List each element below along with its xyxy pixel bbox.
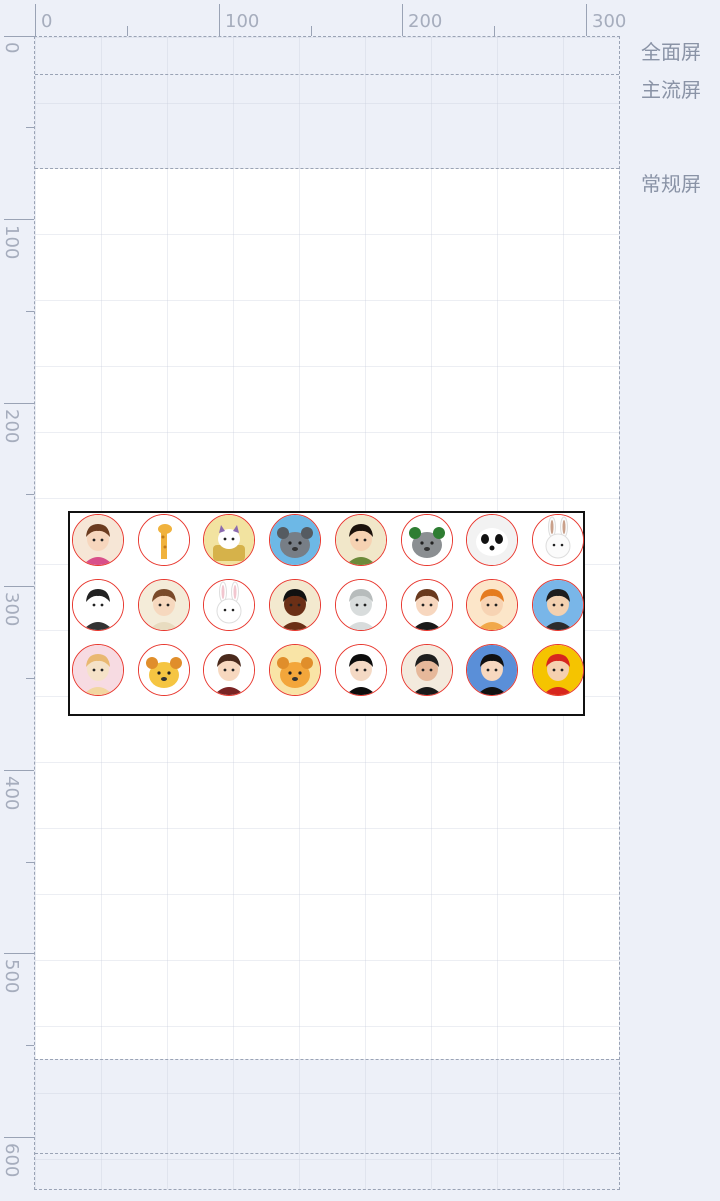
avatar-bear-blue[interactable] [269,514,322,566]
ruler-label: 0 [1,42,22,54]
avatar-man-black-coat-image [401,645,452,695]
avatar-white-rabbit-image [204,580,255,630]
avatar-selection-panel [68,511,585,716]
label-full-screen: 全面屏 [641,40,701,64]
ruler-tick [4,953,36,954]
avatar-man-black-coat[interactable] [400,644,453,696]
avatar-giraffe[interactable] [137,514,190,566]
avatar-boy-brown-hair[interactable] [137,579,190,631]
label-main-screen: 主流屏 [641,78,701,102]
ruler-tick [4,403,36,404]
ruler-label: 300 [592,11,627,32]
avatar-girl-pink-image [73,645,123,695]
avatar-girl-orange-hair-image [467,580,518,630]
avatar-boy-blue-pattern-image [467,645,518,695]
guide-line-normal-screen[interactable] [35,168,619,169]
avatar-boy-brown-hair-image [138,580,189,630]
avatar-boy-bowl-cut[interactable] [334,514,387,566]
avatar-rabbit-sketch[interactable] [531,514,584,566]
avatar-girl-brown-hair[interactable] [203,644,256,696]
horizontal-ruler: 0 100 200 300 [35,0,635,36]
ruler-tick [4,586,36,587]
ruler-tick [35,4,36,36]
ruler-label: 400 [1,776,22,811]
avatar-yellow-creature[interactable] [137,644,190,696]
avatar-boy-big-eyes[interactable] [400,579,453,631]
ruler-label: 200 [408,11,443,32]
avatar-boy-bowl-cut-image [335,515,386,565]
ruler-label: 600 [1,1143,22,1178]
label-normal-screen: 常规屏 [641,172,701,196]
ruler-tick [219,4,220,36]
avatar-girl-pink[interactable] [72,644,124,696]
avatar-long-hair-girl[interactable] [334,644,387,696]
avatar-ghost-gray[interactable] [334,579,387,631]
avatar-cat-in-basket[interactable] [203,514,256,566]
avatar-panda-face[interactable] [466,514,519,566]
ruler-tick [4,219,36,220]
avatar-rabbit-sketch-image [532,515,583,565]
avatar-giraffe-image [138,515,189,565]
avatar-girl-brown-hair-image [204,645,255,695]
avatar-person-sketch-image [73,580,123,630]
guide-line-bottom[interactable] [35,1059,619,1060]
ruler-tick [4,770,36,771]
ruler-label: 100 [1,225,22,260]
avatar-cat-in-basket-image [204,515,255,565]
ruler-label: 300 [1,592,22,627]
avatar-boy-big-eyes-image [401,580,452,630]
avatar-dark-figure-image [270,580,321,630]
avatar-boy-blue-pattern[interactable] [466,644,519,696]
avatar-girl-orange-hair[interactable] [466,579,519,631]
ruler-tick [4,1137,36,1138]
avatar-koala-green[interactable] [400,514,453,566]
avatar-orange-bear[interactable] [269,644,322,696]
avatar-panda-face-image [467,515,518,565]
avatar-long-hair-girl-image [335,645,386,695]
ruler-tick [494,26,495,36]
avatar-man-glasses-blue[interactable] [531,579,584,631]
ruler-label: 500 [1,959,22,994]
avatar-red-hat[interactable] [531,644,584,696]
avatar-white-rabbit[interactable] [203,579,256,631]
ruler-label: 100 [225,11,260,32]
avatar-girl-glasses-hat-image [73,515,123,565]
guide-line-main-screen[interactable] [35,74,619,75]
avatar-man-glasses-blue-image [532,580,583,630]
avatar-ghost-gray-image [335,580,386,630]
avatar-dark-figure[interactable] [269,579,322,631]
vertical-ruler: 0 100 200 300 400 500 600 [0,36,36,1201]
avatar-bear-blue-image [270,515,321,565]
ruler-label: 200 [1,409,22,444]
avatar-girl-glasses-hat[interactable] [72,514,124,566]
avatar-yellow-creature-image [138,645,189,695]
avatar-red-hat-image [532,645,583,695]
ruler-tick [311,26,312,36]
ruler-tick [586,4,587,36]
avatar-koala-green-image [401,515,452,565]
avatar-person-sketch[interactable] [72,579,124,631]
ruler-tick [127,26,128,36]
ruler-label: 0 [41,11,53,32]
avatar-orange-bear-image [270,645,321,695]
guide-line-bottom-full[interactable] [35,1153,619,1154]
ruler-tick [402,4,403,36]
avatar-grid [70,513,584,714]
ruler-tick [4,36,36,37]
